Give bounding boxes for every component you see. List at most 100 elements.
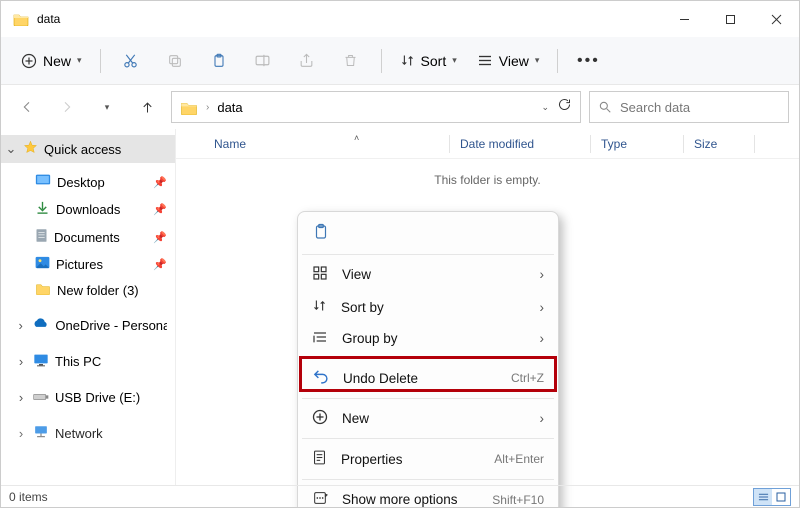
refresh-button[interactable] [557, 97, 572, 117]
sidebar-item-label: Desktop [57, 175, 105, 190]
more-button[interactable]: ••• [568, 45, 608, 77]
minimize-button[interactable] [661, 1, 707, 37]
search-placeholder: Search data [620, 100, 690, 115]
separator [302, 479, 554, 480]
sidebar-item-label: Documents [54, 230, 120, 245]
paste-button[interactable] [199, 45, 239, 77]
pin-icon: 📌 [153, 231, 167, 244]
new-label: New [43, 53, 71, 69]
close-button[interactable] [753, 1, 799, 37]
paste-icon[interactable] [312, 222, 330, 245]
sidebar-item-label: This PC [55, 354, 101, 369]
address-bar[interactable]: › data ⌄ [171, 91, 581, 123]
pin-icon: 📌 [153, 176, 167, 189]
sidebar-item-desktop[interactable]: Desktop 📌 [1, 169, 175, 195]
status-bar: 0 items [1, 485, 799, 507]
context-menu-properties[interactable]: Properties Alt+Enter [298, 442, 558, 476]
navigation-pane: ⌄ Quick access Desktop 📌 Downloads 📌 Doc… [1, 129, 176, 485]
up-button[interactable] [131, 91, 163, 123]
context-menu-label: Properties [341, 452, 480, 467]
column-date[interactable]: Date modified [450, 131, 590, 157]
search-box[interactable]: Search data [589, 91, 789, 123]
folder-icon [13, 11, 29, 27]
share-button[interactable] [287, 45, 327, 77]
copy-button[interactable] [155, 45, 195, 77]
context-menu-undo-delete[interactable]: Undo Delete Ctrl+Z [298, 361, 558, 395]
cut-button[interactable] [111, 45, 151, 77]
column-type[interactable]: Type [591, 131, 683, 157]
undo-icon [312, 368, 329, 388]
context-menu-iconrow [298, 218, 558, 251]
onedrive-icon [32, 318, 49, 333]
recent-locations-button[interactable]: ▾ [91, 91, 123, 123]
shortcut-hint: Ctrl+Z [511, 371, 544, 385]
chevron-right-icon: › [15, 318, 26, 333]
folder-icon [180, 100, 198, 115]
context-menu-groupby[interactable]: Group by › [298, 323, 558, 354]
window-controls [661, 1, 799, 37]
pin-icon: 📌 [153, 258, 167, 271]
context-menu-label: View [342, 267, 526, 282]
forward-button[interactable] [51, 91, 83, 123]
maximize-button[interactable] [707, 1, 753, 37]
context-menu-label: Undo Delete [343, 371, 497, 386]
details-view-button[interactable] [754, 489, 772, 505]
plus-circle-icon [21, 53, 37, 69]
separator [100, 49, 101, 73]
column-name[interactable]: Name˄ [204, 131, 449, 157]
column-size[interactable]: Size [684, 131, 754, 157]
chevron-down-icon: ▾ [77, 55, 82, 66]
context-menu-view[interactable]: View › [298, 258, 558, 291]
sort-button[interactable]: Sort ▾ [392, 49, 465, 73]
window-title: data [37, 12, 661, 26]
context-menu: View › Sort by › Group by › Undo Delete … [297, 211, 559, 508]
sidebar-item-network[interactable]: › Network [1, 420, 175, 446]
view-icon [477, 54, 493, 67]
explorer-window: data New ▾ Sort ▾ View ▾ [0, 0, 800, 508]
sidebar-item-onedrive[interactable]: › OneDrive - Personal [1, 313, 175, 338]
chevron-right-icon: › [15, 390, 27, 405]
chevron-right-icon: › [15, 354, 27, 369]
sidebar-item-thispc[interactable]: › This PC [1, 348, 175, 375]
view-button[interactable]: View ▾ [469, 49, 548, 73]
usb-icon [33, 390, 49, 405]
chevron-right-icon: › [15, 426, 27, 441]
context-menu-sortby[interactable]: Sort by › [298, 291, 558, 323]
delete-button[interactable] [331, 45, 371, 77]
pictures-icon [35, 256, 50, 272]
folder-icon [35, 282, 51, 298]
separator [302, 254, 554, 255]
sidebar-item-downloads[interactable]: Downloads 📌 [1, 195, 175, 223]
sidebar-item-newfolder[interactable]: New folder (3) [1, 277, 175, 303]
context-menu-label: New [342, 411, 526, 426]
sidebar-item-documents[interactable]: Documents 📌 [1, 223, 175, 251]
address-path: data [217, 100, 533, 115]
sidebar-item-usb[interactable]: › USB Drive (E:) [1, 385, 175, 410]
properties-icon [312, 449, 327, 469]
separator [381, 49, 382, 73]
sidebar-item-label: OneDrive - Personal [55, 318, 167, 333]
network-icon [33, 425, 49, 441]
sidebar-item-pictures[interactable]: Pictures 📌 [1, 251, 175, 277]
sidebar-quick-access[interactable]: ⌄ Quick access [1, 135, 175, 163]
separator [557, 49, 558, 73]
back-button[interactable] [11, 91, 43, 123]
chevron-right-icon: › [540, 331, 545, 346]
sidebar-item-label: Downloads [56, 202, 120, 217]
separator [302, 398, 554, 399]
plus-circle-icon [312, 409, 328, 428]
sidebar-item-label: New folder (3) [57, 283, 139, 298]
desktop-icon [35, 174, 51, 190]
titlebar: data [1, 1, 799, 37]
chevron-right-icon: › [206, 102, 209, 113]
toolbar: New ▾ Sort ▾ View ▾ ••• [1, 37, 799, 85]
rename-button[interactable] [243, 45, 283, 77]
chevron-down-icon[interactable]: ⌄ [541, 102, 549, 113]
sort-label: Sort [421, 53, 447, 69]
new-button[interactable]: New ▾ [13, 49, 90, 73]
download-icon [35, 200, 50, 218]
context-menu-new[interactable]: New › [298, 402, 558, 435]
large-icons-view-button[interactable] [772, 489, 790, 505]
sort-icon [400, 53, 415, 68]
document-icon [35, 228, 48, 246]
